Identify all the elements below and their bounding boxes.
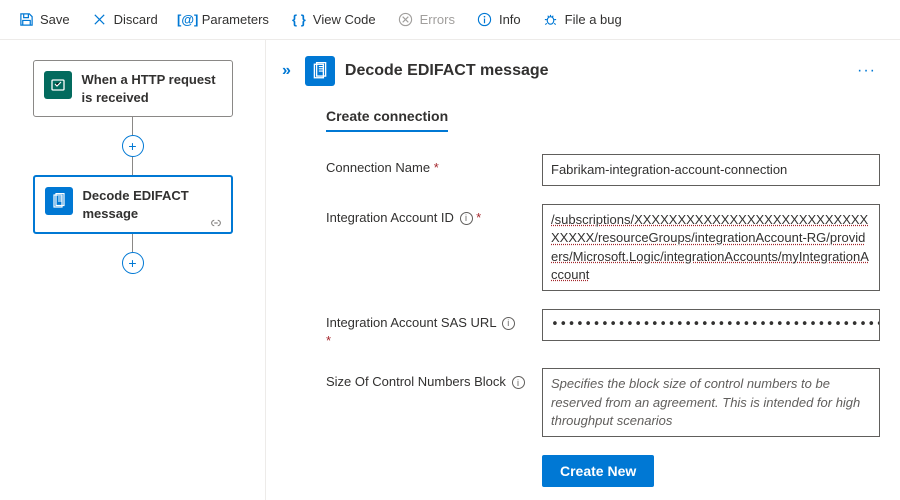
section-title: Create connection [326,108,448,132]
view-code-button[interactable]: { } View Code [281,6,386,34]
connection-icon [209,218,223,228]
panel-header: » Decode EDIFACT message ··· [278,56,880,86]
collapse-button[interactable]: » [278,60,295,82]
create-new-button[interactable]: Create New [542,455,654,487]
block-size-label: Size Of Control Numbers Block i [326,368,526,391]
trigger-node[interactable]: When a HTTP request is received [33,60,233,117]
field-connection-name: Connection Name * Fabrikam-integration-a… [326,154,880,186]
connector-line [132,117,133,135]
field-block-size: Size Of Control Numbers Block i Specifie… [326,368,880,437]
save-button[interactable]: Save [8,6,80,34]
details-panel: » Decode EDIFACT message ··· Create conn… [265,40,900,500]
connector-line [132,234,133,252]
block-size-input[interactable]: Specifies the block size of control numb… [542,368,880,437]
connection-name-input[interactable]: Fabrikam-integration-account-connection [542,154,880,186]
field-integration-account-id: Integration Account ID i * /subscription… [326,204,880,291]
sas-url-label: Integration Account SAS URL i * [326,309,526,350]
bug-icon [543,12,559,28]
sas-url-input[interactable]: ••••••••••••••••••••••••••••••••••••••••… [542,309,880,341]
file-bug-label: File a bug [565,12,622,27]
info-label: Info [499,12,521,27]
save-icon [18,12,34,28]
save-label: Save [40,12,70,27]
toolbar: Save Discard [@] Parameters { } View Cod… [0,0,900,40]
view-code-label: View Code [313,12,376,27]
connector-line [132,157,133,175]
errors-label: Errors [420,12,455,27]
designer-canvas: When a HTTP request is received + Decode… [0,40,265,500]
code-icon: { } [291,12,307,28]
action-node-title: Decode EDIFACT message [83,187,221,222]
info-icon[interactable]: i [460,212,473,225]
edifact-icon [45,187,73,215]
field-sas-url: Integration Account SAS URL i * ••••••••… [326,309,880,350]
panel-title: Decode EDIFACT message [345,62,843,80]
file-bug-button[interactable]: File a bug [533,6,632,34]
add-step-button[interactable]: + [122,252,144,274]
discard-button[interactable]: Discard [82,6,168,34]
info-icon[interactable]: i [512,376,525,389]
action-node-decode-edifact[interactable]: Decode EDIFACT message [33,175,233,234]
discard-label: Discard [114,12,158,27]
parameters-label: Parameters [202,12,269,27]
parameters-icon: [@] [180,12,196,28]
connection-name-label: Connection Name * [326,154,526,177]
http-trigger-icon [44,71,72,99]
trigger-node-title: When a HTTP request is received [82,71,222,106]
discard-icon [92,12,108,28]
errors-icon [398,12,414,28]
errors-button: Errors [388,6,465,34]
info-icon [477,12,493,28]
main: When a HTTP request is received + Decode… [0,40,900,500]
add-step-button[interactable]: + [122,135,144,157]
integration-account-id-input[interactable]: /subscriptions/XXXXXXXXXXXXXXXXXXXXXXXXX… [542,204,880,291]
info-icon[interactable]: i [502,317,515,330]
parameters-button[interactable]: [@] Parameters [170,6,279,34]
info-button[interactable]: Info [467,6,531,34]
panel-edifact-icon [305,56,335,86]
integration-account-id-label: Integration Account ID i * [326,204,526,227]
panel-body: Create connection Connection Name * Fabr… [278,108,880,487]
more-menu-button[interactable]: ··· [853,58,880,84]
